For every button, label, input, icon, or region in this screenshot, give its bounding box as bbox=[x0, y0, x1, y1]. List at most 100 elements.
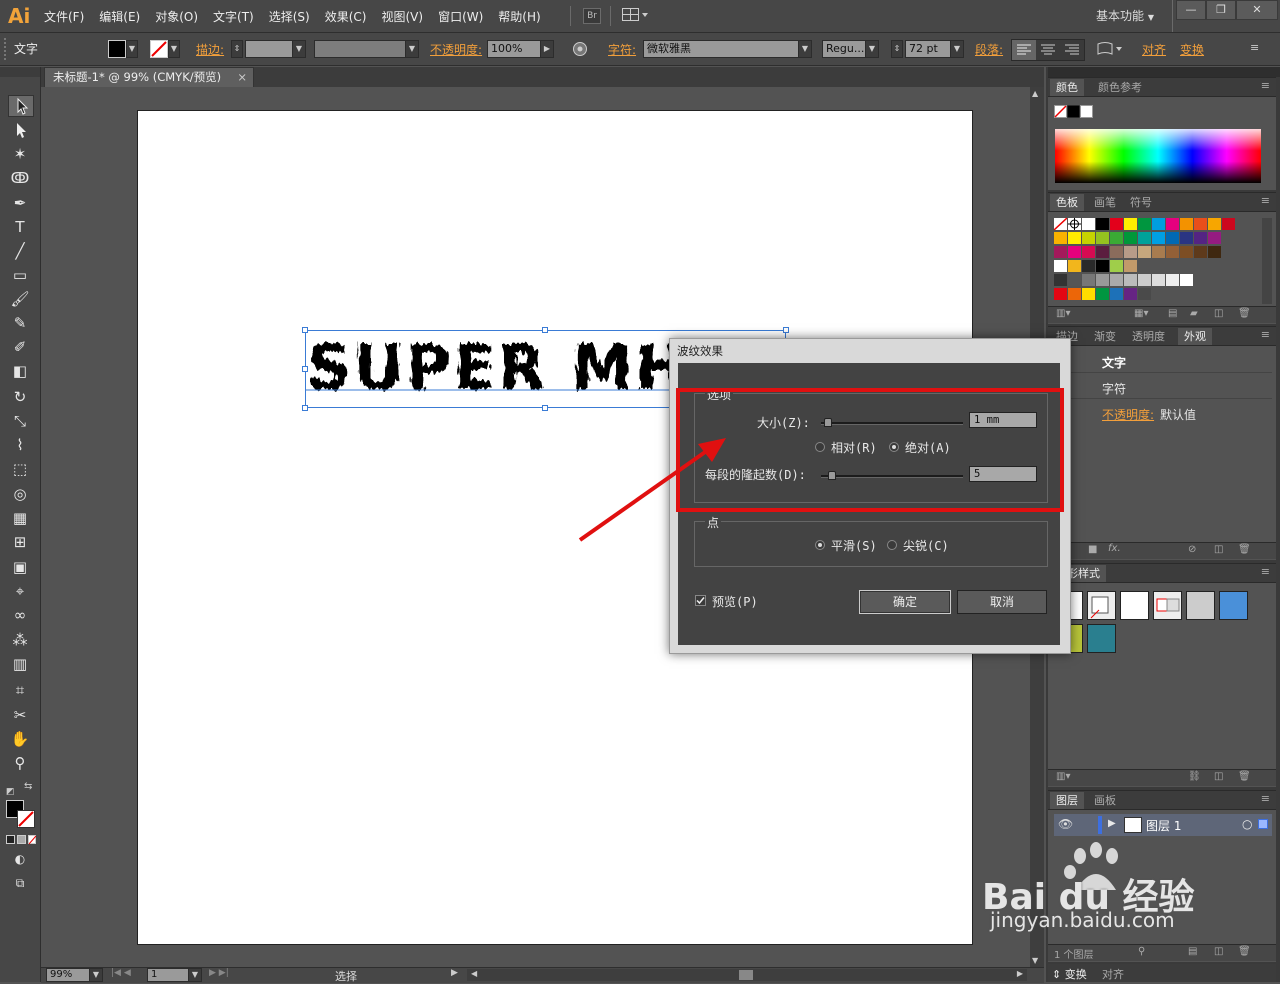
font-size-field[interactable]: 72 pt bbox=[905, 40, 951, 58]
fx-icon[interactable]: fx. bbox=[1108, 543, 1121, 554]
swatch[interactable] bbox=[1124, 218, 1137, 230]
tab-gradient[interactable]: 渐变 bbox=[1088, 328, 1122, 345]
swatch[interactable] bbox=[1166, 246, 1179, 258]
scroll-down-icon[interactable]: ▼ bbox=[1032, 956, 1038, 965]
swatch[interactable] bbox=[1110, 260, 1123, 272]
appearance-opacity-label[interactable]: 不透明度: bbox=[1102, 406, 1154, 423]
color-mode-buttons[interactable] bbox=[6, 834, 37, 845]
swatch[interactable] bbox=[1152, 218, 1165, 230]
swatches-scrollbar[interactable] bbox=[1262, 218, 1272, 304]
zoom-tool-icon[interactable]: ⚲ bbox=[8, 753, 32, 773]
character-label[interactable]: 字符: bbox=[608, 41, 636, 58]
direct-selection-tool-icon[interactable] bbox=[8, 120, 32, 140]
delete-item-icon[interactable]: 🗑 bbox=[1238, 544, 1251, 555]
rectangle-tool-icon[interactable]: ▭ bbox=[8, 265, 32, 285]
corner-label[interactable]: 尖锐(C) bbox=[903, 537, 949, 554]
swatch[interactable] bbox=[1138, 218, 1151, 230]
rotate-tool-icon[interactable]: ↻ bbox=[8, 387, 32, 407]
variable-width-profile[interactable] bbox=[314, 40, 406, 58]
menu-edit[interactable]: 编辑(E) bbox=[99, 8, 140, 25]
arrange-documents-icon[interactable] bbox=[622, 8, 648, 22]
line-tool-icon[interactable]: ╱ bbox=[8, 241, 32, 261]
font-size-stepper[interactable]: ⇕ bbox=[891, 40, 903, 58]
layers-panel-menu-icon[interactable]: ≡ bbox=[1261, 792, 1270, 805]
swatch[interactable] bbox=[1124, 246, 1137, 258]
layer-selected-indicator[interactable] bbox=[1258, 819, 1268, 829]
swatch[interactable] bbox=[1166, 274, 1179, 286]
swatch[interactable] bbox=[1053, 217, 1068, 231]
hand-tool-icon[interactable]: ✋ bbox=[8, 729, 32, 749]
new-group-icon[interactable]: ▰ bbox=[1190, 308, 1198, 319]
cancel-button[interactable]: 取消 bbox=[957, 590, 1047, 614]
screen-mode-icon[interactable]: ⧉ bbox=[8, 873, 32, 893]
paragraph-label[interactable]: 段落: bbox=[975, 41, 1003, 58]
scroll-left-icon[interactable]: ◀ bbox=[471, 969, 477, 978]
swap-colors-icon[interactable]: ⇆ bbox=[24, 781, 36, 793]
swatch[interactable] bbox=[1096, 274, 1109, 286]
minimize-button[interactable]: — bbox=[1176, 0, 1206, 20]
swatch[interactable] bbox=[1124, 232, 1137, 244]
swatch[interactable] bbox=[1180, 246, 1193, 258]
new-swatch-icon[interactable]: ◫ bbox=[1214, 308, 1223, 319]
layer-visibility-icon[interactable]: 👁 bbox=[1058, 817, 1073, 831]
stroke-weight-dropdown[interactable]: ▼ bbox=[292, 40, 306, 58]
font-style-field[interactable]: Regu... bbox=[822, 40, 866, 58]
close-button[interactable]: ✕ bbox=[1236, 0, 1278, 20]
envelope-warp-icon[interactable] bbox=[1096, 40, 1124, 58]
swatch[interactable] bbox=[1222, 218, 1235, 230]
ok-button[interactable]: 确定 bbox=[859, 590, 951, 614]
stroke-swatch[interactable] bbox=[150, 40, 168, 58]
tab-swatches[interactable]: 色板 bbox=[1050, 194, 1084, 211]
artboard-tool-icon[interactable]: ⌗ bbox=[8, 680, 32, 700]
type-tool-icon[interactable]: T bbox=[8, 217, 32, 237]
font-style-dropdown[interactable]: ▼ bbox=[865, 40, 879, 58]
artboard-number-field[interactable]: 1 bbox=[147, 968, 189, 982]
swatch[interactable] bbox=[1068, 274, 1081, 286]
bridge-button[interactable]: Br bbox=[583, 8, 601, 24]
tab-color-guide[interactable]: 颜色参考 bbox=[1092, 79, 1148, 96]
opacity-label[interactable]: 不透明度: bbox=[430, 41, 482, 58]
tab-color[interactable]: 颜色 bbox=[1050, 79, 1084, 96]
swatch[interactable] bbox=[1166, 232, 1179, 244]
swatch[interactable] bbox=[1082, 218, 1095, 230]
stroke-weight-field[interactable] bbox=[245, 40, 293, 58]
preview-label[interactable]: 预览(P) bbox=[712, 593, 758, 610]
artboard-nav-next-last[interactable]: ▶ ▶| bbox=[209, 968, 229, 978]
swatch[interactable] bbox=[1208, 232, 1221, 244]
swatch[interactable] bbox=[1110, 218, 1123, 230]
graphic-style-swatches[interactable] bbox=[1054, 591, 1262, 655]
appearance-opacity-row[interactable]: 不透明度: 默认值 bbox=[1050, 402, 1272, 424]
paintbrush-tool-icon[interactable]: 🖌 bbox=[8, 289, 32, 309]
swatch[interactable] bbox=[1166, 218, 1179, 230]
menu-type[interactable]: 文字(T) bbox=[213, 8, 254, 25]
swatch[interactable] bbox=[1180, 274, 1193, 286]
swatch[interactable] bbox=[1096, 218, 1109, 230]
none-black-white-swatches[interactable] bbox=[1054, 105, 1094, 119]
swatch[interactable] bbox=[1096, 232, 1109, 244]
break-link-icon[interactable]: ⛓ bbox=[1188, 771, 1201, 782]
menu-view[interactable]: 视图(V) bbox=[381, 8, 423, 25]
swatch[interactable] bbox=[1138, 232, 1151, 244]
tab-transparency[interactable]: 透明度 bbox=[1126, 328, 1171, 345]
restore-button[interactable]: ❐ bbox=[1206, 0, 1236, 20]
style-libraries-icon[interactable]: ▥▾ bbox=[1056, 771, 1070, 782]
swatch[interactable] bbox=[1124, 274, 1137, 286]
swatch[interactable] bbox=[1194, 218, 1207, 230]
layer-expand-icon[interactable]: ▶ bbox=[1108, 818, 1116, 829]
menu-window[interactable]: 窗口(W) bbox=[438, 8, 483, 25]
tab-layers[interactable]: 图层 bbox=[1050, 792, 1084, 809]
perspective-grid-tool-icon[interactable]: ▦ bbox=[8, 508, 32, 528]
swatch[interactable] bbox=[1096, 288, 1109, 300]
swatch-libraries-icon[interactable]: ▥▾ bbox=[1056, 308, 1070, 319]
menu-file[interactable]: 文件(F) bbox=[44, 8, 84, 25]
swatch[interactable] bbox=[1068, 288, 1081, 300]
swatch[interactable] bbox=[1110, 274, 1123, 286]
swatch[interactable] bbox=[1096, 246, 1109, 258]
delete-style-icon[interactable]: 🗑 bbox=[1238, 771, 1251, 782]
graphic-styles-menu-icon[interactable]: ≡ bbox=[1261, 565, 1270, 578]
swatch[interactable] bbox=[1082, 232, 1095, 244]
align-link[interactable]: 对齐 bbox=[1142, 41, 1166, 58]
font-family-dropdown[interactable]: ▼ bbox=[798, 40, 812, 58]
color-spectrum[interactable] bbox=[1055, 129, 1261, 183]
new-sublayer-icon[interactable]: ▤ bbox=[1188, 946, 1197, 957]
